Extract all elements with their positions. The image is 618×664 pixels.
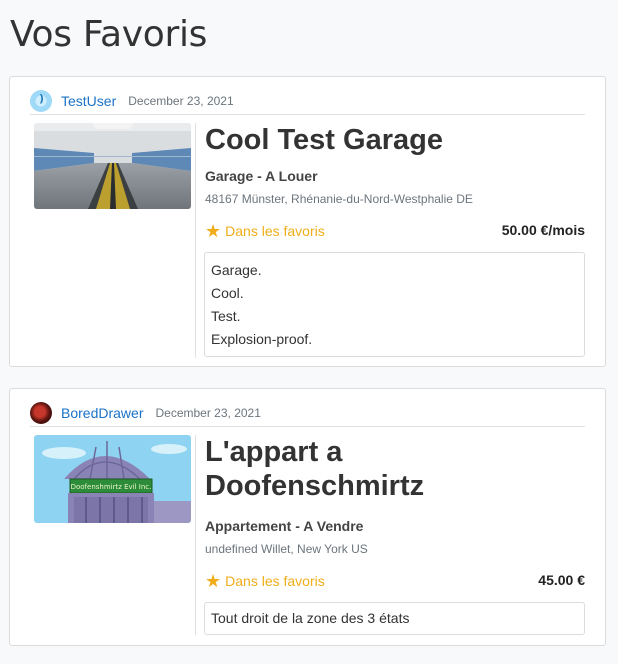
favorite-toggle[interactable]: ★ Dans les favoris — [205, 222, 325, 240]
listing-price: 45.00 € — [538, 572, 585, 588]
listing-image[interactable]: Doofenshmirtz Evil Inc. — [34, 435, 191, 523]
favorite-label: Dans les favoris — [225, 223, 325, 239]
listing-address: 48167 Münster, Rhénanie-du-Nord-Westphal… — [205, 192, 473, 206]
listing-title[interactable]: Cool Test Garage — [205, 123, 595, 157]
listing-description: Tout droit de la zone des 3 états — [204, 602, 585, 635]
favorite-toggle[interactable]: ★ Dans les favoris — [205, 572, 325, 590]
listing-description: Garage. Cool. Test. Explosion-proof. — [204, 252, 585, 357]
post-date: December 23, 2021 — [155, 406, 261, 420]
description-line: Tout droit de la zone des 3 états — [211, 610, 410, 626]
listing-image[interactable] — [34, 123, 191, 209]
favorite-card: TestUser December 23, 2021 Cool Test Gar… — [9, 76, 606, 367]
divider — [195, 123, 196, 358]
username-link[interactable]: TestUser — [61, 93, 116, 109]
avatar[interactable] — [30, 90, 52, 112]
listing-address: undefined Willet, New York US — [205, 542, 368, 556]
favorite-label: Dans les favoris — [225, 573, 325, 589]
listing-type: Garage - A Louer — [205, 168, 318, 184]
description-line: Cool. — [211, 285, 244, 301]
star-icon: ★ — [205, 571, 222, 591]
listing-title-line: Doofenschmirtz — [205, 470, 425, 502]
card-header: TestUser December 23, 2021 — [30, 88, 585, 115]
page-title: Vos Favoris — [10, 14, 208, 55]
description-line: Garage. — [211, 262, 262, 278]
listing-type: Appartement - A Vendre — [205, 518, 364, 534]
building-sign-text: Doofenshmirtz Evil Inc. — [71, 483, 152, 491]
listing-title-line: L'appart a — [205, 436, 343, 468]
listing-price: 50.00 €/mois — [501, 222, 585, 238]
username-link[interactable]: BoredDrawer — [61, 405, 143, 421]
card-header: BoredDrawer December 23, 2021 — [30, 400, 585, 427]
divider — [195, 435, 196, 635]
listing-title[interactable]: L'appart a Doofenschmirtz — [205, 435, 595, 503]
description-line: Test. — [211, 308, 241, 324]
favorite-card: BoredDrawer December 23, 2021 Doofenshmi… — [9, 388, 606, 646]
description-line: Explosion-proof. — [211, 331, 313, 347]
avatar[interactable] — [30, 402, 52, 424]
post-date: December 23, 2021 — [128, 94, 234, 108]
star-icon: ★ — [205, 221, 222, 241]
